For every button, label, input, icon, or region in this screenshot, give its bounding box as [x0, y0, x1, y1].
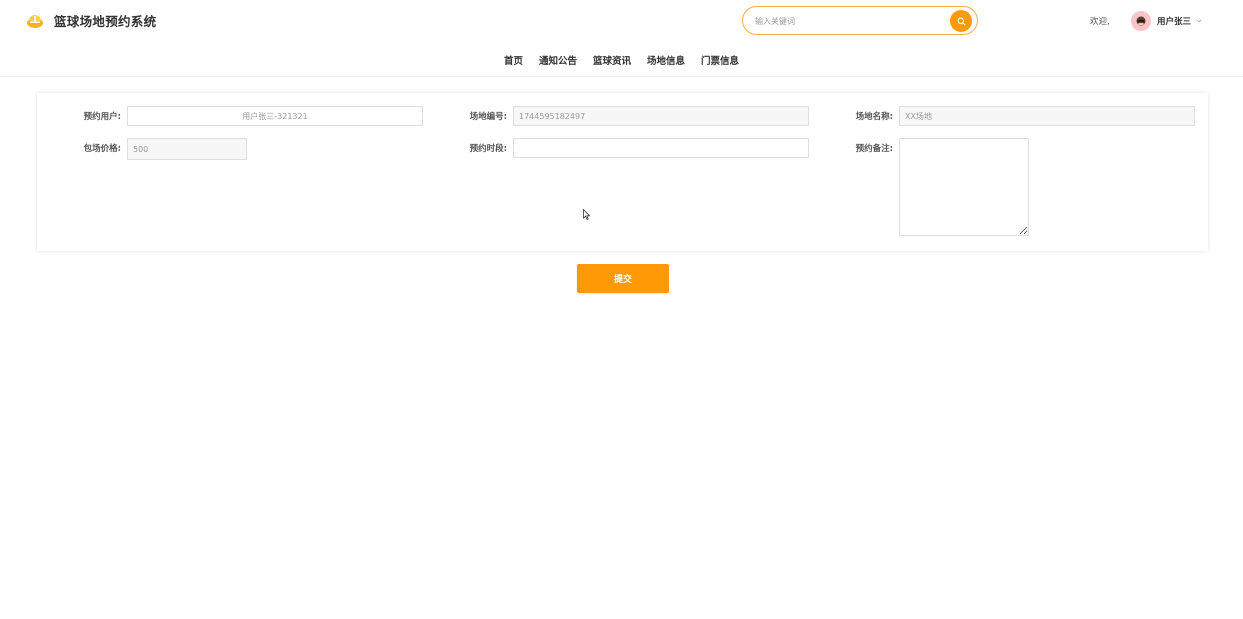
- nav-item-news[interactable]: 篮球资讯: [593, 53, 631, 67]
- header: 篮球场地预约系统 欢迎, 用户张三 首页 通知公告 篮球资讯: [0, 0, 1243, 77]
- nav-item-notices[interactable]: 通知公告: [539, 53, 577, 67]
- remark-textarea[interactable]: [899, 138, 1029, 236]
- time-slot-label: 预约时段:: [469, 144, 507, 154]
- logo[interactable]: 篮球场地预约系统: [26, 11, 156, 30]
- avatar: [1131, 11, 1151, 31]
- username: 用户张三: [1157, 17, 1192, 27]
- basketball-logo-icon: [27, 14, 43, 28]
- user-menu[interactable]: 用户张三: [1131, 11, 1202, 31]
- user-label: 预约用户:: [83, 112, 121, 122]
- search-button[interactable]: [950, 10, 972, 32]
- booking-form: 预约用户: 场地编号: 场地名称: 包场价格: 预约时段: 预约备注:: [37, 93, 1208, 251]
- search-input[interactable]: [755, 13, 935, 29]
- submit-button[interactable]: 提交: [577, 264, 669, 293]
- user-avatar-icon: [1136, 16, 1146, 26]
- remark-label: 预约备注:: [855, 144, 893, 154]
- venue-number-label: 场地编号:: [469, 112, 507, 122]
- welcome-text: 欢迎,: [1090, 17, 1110, 27]
- nav-item-tickets[interactable]: 门票信息: [701, 53, 739, 67]
- venue-name-label: 场地名称:: [855, 112, 893, 122]
- site-title: 篮球场地预约系统: [54, 14, 157, 29]
- nav-item-home[interactable]: 首页: [504, 53, 523, 67]
- user-field[interactable]: [127, 106, 423, 126]
- chevron-down-icon: [1196, 19, 1202, 23]
- price-field[interactable]: [127, 138, 247, 160]
- price-label: 包场价格:: [83, 144, 121, 154]
- venue-number-field[interactable]: [513, 106, 809, 126]
- mouse-cursor-icon: [583, 209, 591, 221]
- time-slot-field[interactable]: [513, 138, 809, 158]
- main-nav: 首页 通知公告 篮球资讯 场地信息 门票信息: [0, 53, 1243, 67]
- venue-name-field[interactable]: [899, 106, 1195, 126]
- search-box: [742, 6, 978, 35]
- search-icon: [957, 17, 965, 25]
- nav-item-venues[interactable]: 场地信息: [647, 53, 685, 67]
